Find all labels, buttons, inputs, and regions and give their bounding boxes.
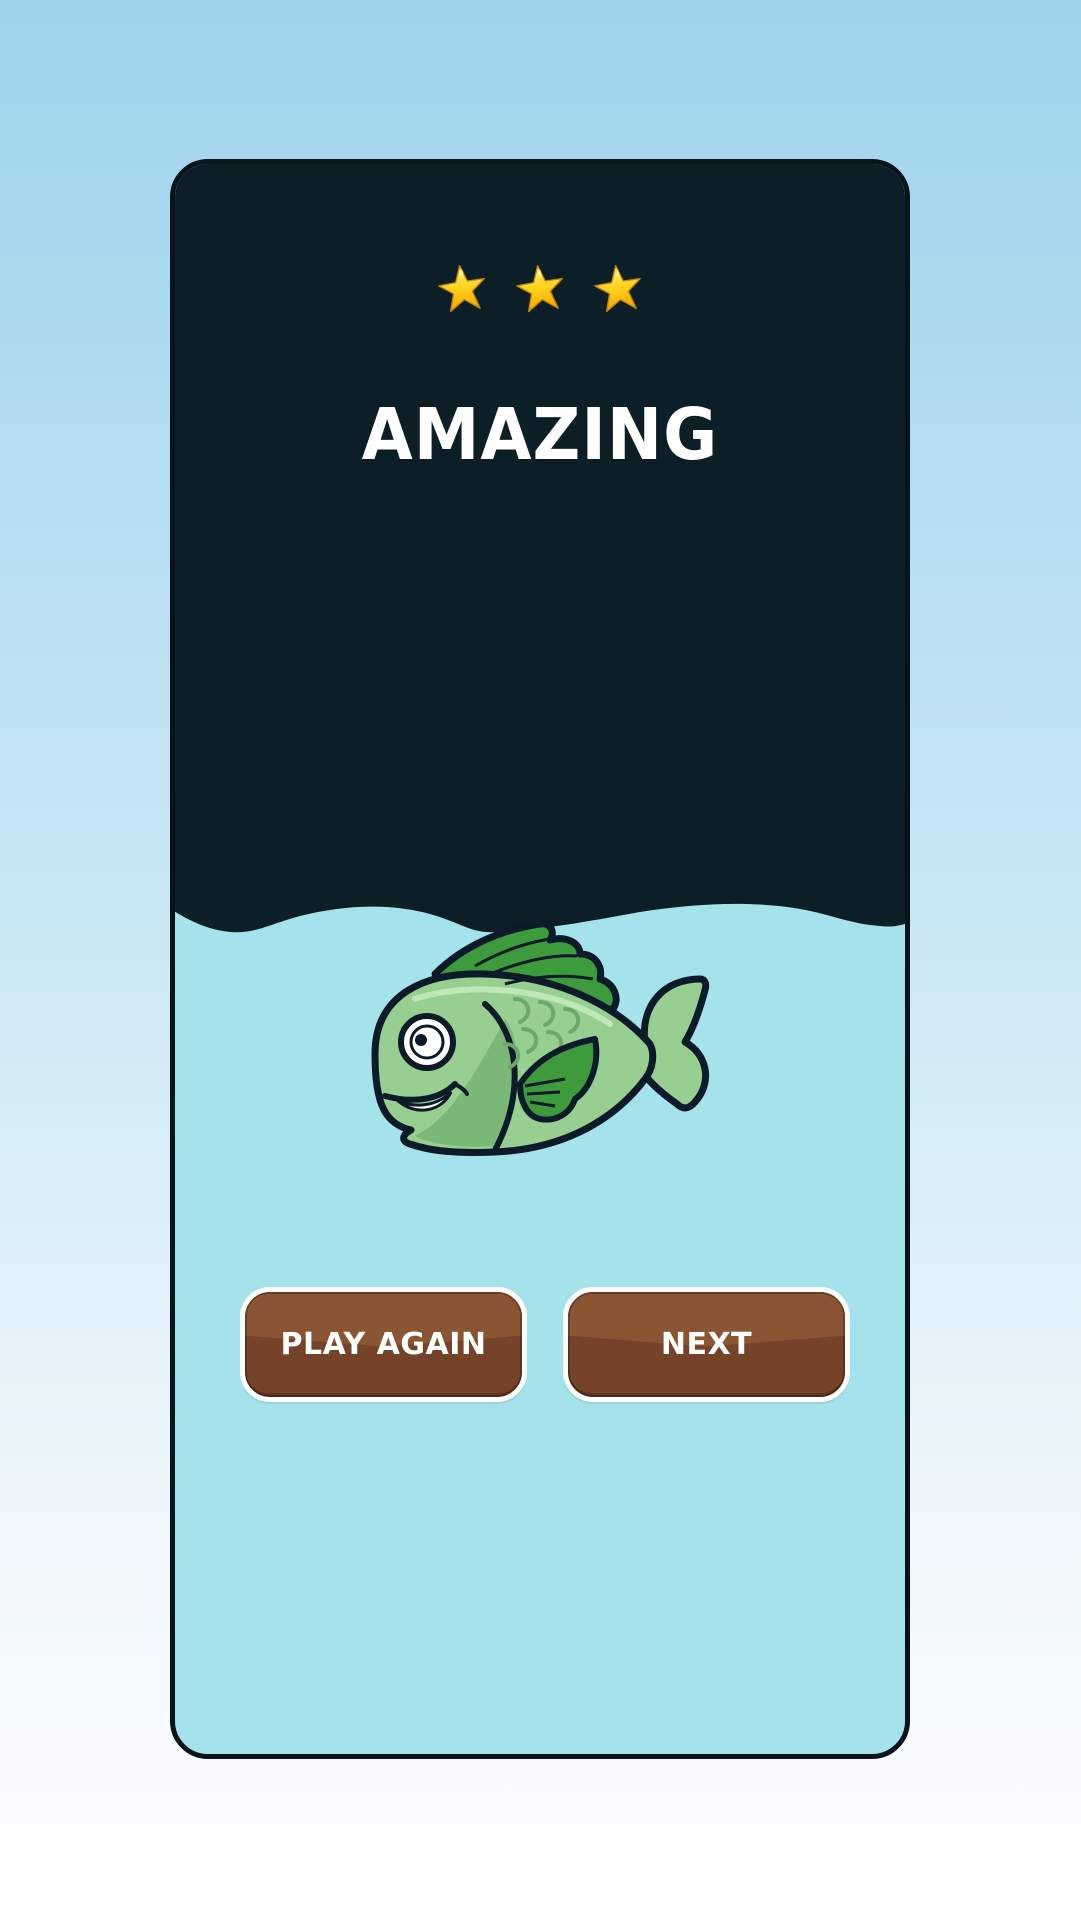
play-again-label: PLAY AGAIN	[280, 1327, 487, 1362]
night-sky-panel	[175, 164, 905, 804]
star-icon	[516, 265, 563, 313]
action-buttons: PLAY AGAIN NEXT	[240, 1287, 850, 1402]
star-icon	[438, 265, 485, 313]
next-button[interactable]: NEXT	[563, 1287, 850, 1402]
play-again-button[interactable]: PLAY AGAIN	[240, 1287, 527, 1402]
level-complete-card: AMAZING PLAY AGAIN NEXT	[170, 159, 910, 1759]
next-label: NEXT	[660, 1327, 753, 1362]
star-icon	[594, 265, 641, 313]
result-title: AMAZING	[361, 392, 719, 477]
star-rating	[175, 262, 905, 316]
fish-mascot	[371, 920, 710, 1156]
